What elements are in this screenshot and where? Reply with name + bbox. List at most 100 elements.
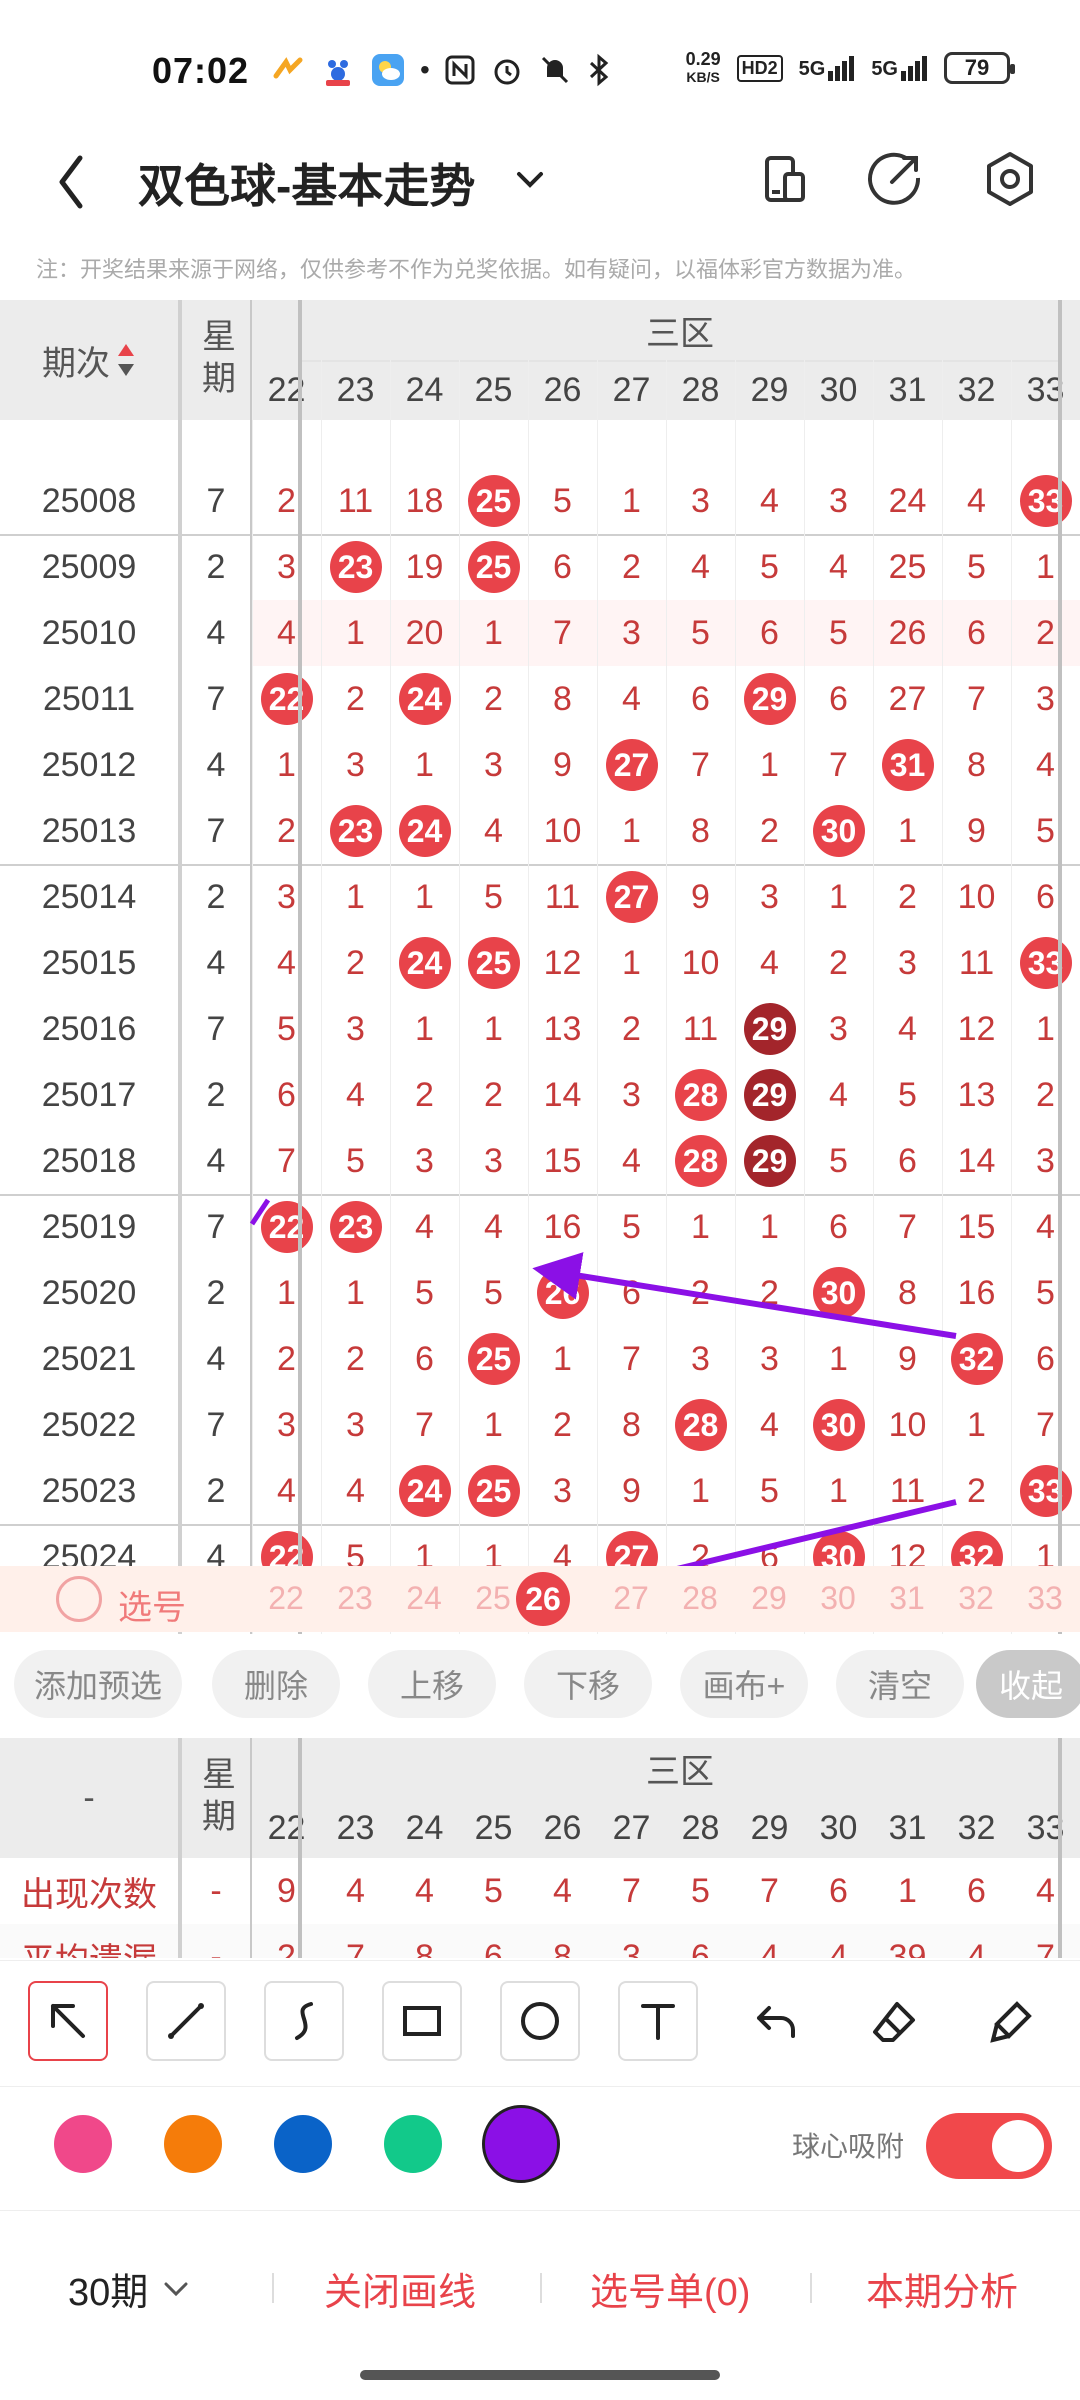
table-cell[interactable]: 25 (459, 468, 528, 534)
table-cell[interactable]: 4 (735, 1392, 804, 1458)
table-cell[interactable]: 2 (597, 534, 666, 600)
table-cell[interactable]: 27 (597, 864, 666, 930)
table-cell[interactable]: 7 (873, 1194, 942, 1260)
table-cell[interactable]: 7 (804, 732, 873, 798)
table-cell[interactable]: 28 (666, 1062, 735, 1128)
table-cell[interactable]: 6 (1011, 864, 1080, 930)
select-number[interactable]: 27 (597, 1580, 665, 1617)
table-cell[interactable]: 5 (735, 1458, 804, 1524)
action-chip[interactable]: 添加预选 (14, 1650, 182, 1718)
table-cell[interactable]: 6 (666, 666, 735, 732)
table-cell[interactable]: 5 (252, 996, 321, 1062)
col-header-number[interactable]: 31 (873, 360, 942, 420)
table-cell[interactable]: 1 (321, 600, 390, 666)
table-cell[interactable]: 13 (942, 1062, 1011, 1128)
table-cell[interactable]: 3 (666, 468, 735, 534)
table-cell[interactable]: 12 (942, 996, 1011, 1062)
table-cell[interactable]: 20 (390, 600, 459, 666)
table-cell[interactable]: 6 (804, 1194, 873, 1260)
clear-brush-icon[interactable] (972, 1981, 1052, 2061)
table-cell[interactable]: 1 (252, 1260, 321, 1326)
table-cell[interactable]: 1 (1011, 534, 1080, 600)
table-cell[interactable]: 4 (252, 1458, 321, 1524)
table-cell[interactable]: 1 (804, 1458, 873, 1524)
table-cell[interactable]: 7 (528, 600, 597, 666)
select-number[interactable]: 32 (942, 1580, 1010, 1617)
select-number[interactable]: 23 (321, 1580, 389, 1617)
table-cell[interactable]: 4 (597, 1128, 666, 1194)
table-cell[interactable]: 3 (321, 996, 390, 1062)
table-cell[interactable]: 11 (528, 864, 597, 930)
table-cell[interactable]: 6 (804, 666, 873, 732)
action-chip[interactable]: 删除 (212, 1650, 340, 1718)
table-cell[interactable]: 3 (252, 1392, 321, 1458)
table-cell[interactable]: 16 (528, 1194, 597, 1260)
table-cell[interactable]: 1 (666, 1194, 735, 1260)
curve-tool-icon[interactable] (264, 1981, 344, 2061)
col-header-number[interactable]: 24 (390, 360, 459, 420)
table-cell[interactable]: 2 (1011, 1062, 1080, 1128)
table-cell[interactable]: 1 (321, 864, 390, 930)
table-cell[interactable]: 8 (873, 1260, 942, 1326)
table-cell[interactable]: 6 (390, 1326, 459, 1392)
table-cell[interactable]: 31 (873, 732, 942, 798)
table-cell[interactable]: 27 (597, 732, 666, 798)
table-cell[interactable]: 26 (528, 1260, 597, 1326)
table-cell[interactable]: 1 (666, 1458, 735, 1524)
table-cell[interactable]: 26 (873, 600, 942, 666)
table-cell[interactable]: 22 (252, 666, 321, 732)
table-cell[interactable]: 9 (873, 1326, 942, 1392)
text-tool-icon[interactable] (618, 1981, 698, 2061)
arrow-tool-icon[interactable] (28, 1981, 108, 2061)
rectangle-tool-icon[interactable] (382, 1981, 462, 2061)
period-selector[interactable]: 30期 (68, 2261, 194, 2316)
period-analysis-button[interactable]: 本期分析 (866, 2261, 1018, 2316)
table-cell[interactable]: 2 (321, 1326, 390, 1392)
table-cell[interactable]: 11 (321, 468, 390, 534)
table-cell[interactable]: 3 (804, 996, 873, 1062)
table-cell[interactable]: 4 (390, 1194, 459, 1260)
table-cell[interactable]: 4 (597, 666, 666, 732)
table-cell[interactable]: 23 (321, 534, 390, 600)
table-cell[interactable]: 1 (597, 798, 666, 864)
table-cell[interactable]: 1 (873, 798, 942, 864)
table-cell[interactable]: 24 (390, 1458, 459, 1524)
table-cell[interactable]: 25 (459, 930, 528, 996)
table-cell[interactable]: 15 (528, 1128, 597, 1194)
select-number[interactable]: 24 (390, 1580, 458, 1617)
table-cell[interactable]: 4 (735, 468, 804, 534)
table-cell[interactable]: 3 (873, 930, 942, 996)
table-cell[interactable]: 3 (597, 600, 666, 666)
home-indicator[interactable] (360, 2370, 720, 2380)
table-cell[interactable]: 5 (666, 600, 735, 666)
table-cell[interactable]: 3 (735, 1326, 804, 1392)
table-cell[interactable]: 4 (321, 1458, 390, 1524)
table-cell[interactable]: 7 (942, 666, 1011, 732)
table-cell[interactable]: 5 (390, 1260, 459, 1326)
table-cell[interactable]: 4 (1011, 732, 1080, 798)
table-cell[interactable]: 11 (873, 1458, 942, 1524)
chevron-down-icon[interactable] (505, 150, 555, 210)
table-cell[interactable]: 7 (252, 1128, 321, 1194)
table-cell[interactable]: 8 (528, 666, 597, 732)
select-number[interactable]: 30 (804, 1580, 872, 1617)
table-cell[interactable]: 7 (597, 1326, 666, 1392)
table-cell[interactable]: 7 (1011, 1392, 1080, 1458)
table-cell[interactable]: 7 (666, 732, 735, 798)
table-cell[interactable]: 10 (528, 798, 597, 864)
table-cell[interactable]: 14 (528, 1062, 597, 1128)
close-drawing-button[interactable]: 关闭画线 (324, 2261, 476, 2316)
color-swatch[interactable] (384, 2115, 442, 2173)
table-cell[interactable]: 1 (597, 468, 666, 534)
table-cell[interactable]: 1 (459, 996, 528, 1062)
table-cell[interactable]: 33 (1011, 1458, 1080, 1524)
col-header-number[interactable]: 33 (1011, 360, 1080, 420)
table-cell[interactable]: 1 (735, 1194, 804, 1260)
table-cell[interactable]: 1 (804, 864, 873, 930)
table-cell[interactable]: 27 (873, 666, 942, 732)
table-cell[interactable]: 24 (390, 666, 459, 732)
table-cell[interactable]: 24 (390, 930, 459, 996)
table-cell[interactable]: 5 (942, 534, 1011, 600)
table-cell[interactable]: 9 (942, 798, 1011, 864)
col-header-number[interactable]: 28 (666, 360, 735, 420)
